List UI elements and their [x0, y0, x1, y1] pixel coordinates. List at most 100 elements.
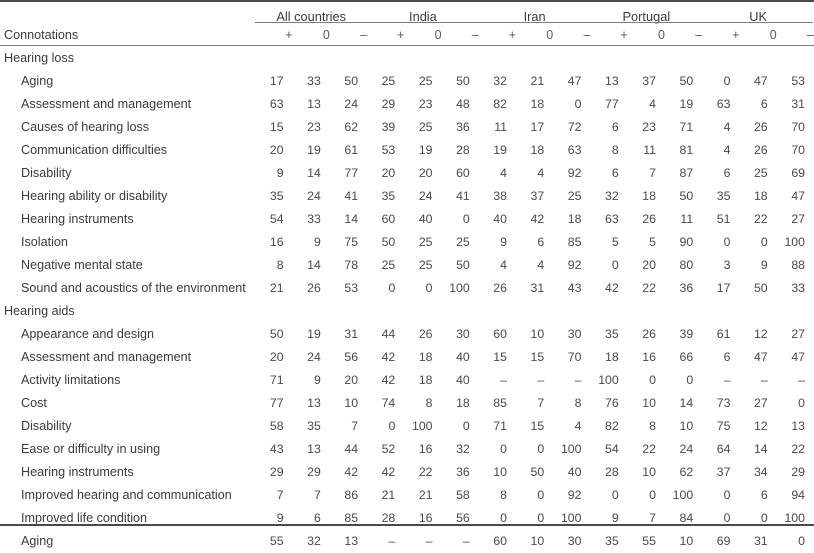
data-cell: – — [537, 373, 545, 387]
data-cell: 7 — [351, 419, 359, 433]
data-cell: 32 — [307, 534, 321, 548]
empty-cell — [442, 300, 479, 323]
data-cell: 41 — [456, 189, 470, 203]
table-bottom-rule — [0, 524, 814, 526]
data-cell: 35 — [269, 189, 284, 203]
data-cell: 74 — [381, 396, 396, 410]
row-label: Causes of hearing loss — [21, 120, 150, 134]
empty-cell — [442, 47, 479, 70]
data-cell: 24 — [307, 189, 321, 203]
country-header-row: All countries India Iran Portugal UK — [0, 0, 814, 24]
data-cell: 10 — [530, 534, 545, 548]
data-cell: 8 — [276, 258, 284, 272]
sign-header-3: + — [396, 28, 405, 42]
data-cell: 24 — [344, 97, 359, 111]
data-cell: 100 — [672, 488, 694, 502]
data-cell: 0 — [537, 442, 545, 456]
data-cell: 16 — [642, 350, 656, 364]
table-row: Sound and acoustics of the environment 21… — [0, 277, 814, 300]
data-cell: 50 — [679, 74, 694, 88]
row-label: Hearing instruments — [21, 212, 134, 226]
data-cell: 22 — [753, 212, 768, 226]
data-cell: 19 — [307, 327, 321, 341]
data-cell: 23 — [642, 120, 656, 134]
sign-header-7: 0 — [546, 28, 554, 42]
sign-header-9: + — [620, 28, 628, 42]
data-cell: 7 — [649, 166, 656, 180]
data-cell: 42 — [344, 465, 359, 479]
sign-header-14: – — [807, 28, 814, 42]
data-cell: 10 — [530, 327, 545, 341]
data-cell: 82 — [605, 419, 619, 433]
data-cell: 21 — [530, 74, 545, 88]
data-cell: 60 — [456, 166, 470, 180]
empty-cell — [404, 300, 441, 323]
row-label: Hearing ability or disability — [21, 189, 168, 203]
data-cell: 70 — [791, 120, 805, 134]
data-cell: 41 — [344, 189, 359, 203]
data-cell: 0 — [723, 511, 731, 525]
data-cell: 100 — [784, 511, 805, 525]
data-cell: 19 — [307, 143, 321, 157]
data-cell: 36 — [456, 465, 470, 479]
data-cell: 14 — [753, 442, 768, 456]
empty-cell — [739, 300, 776, 323]
row-label: Aging — [21, 534, 54, 548]
data-cell: 26 — [307, 281, 321, 295]
data-cell: 31 — [530, 281, 545, 295]
data-cell: 20 — [344, 373, 359, 387]
data-cell: 28 — [381, 511, 396, 525]
data-cell: 36 — [679, 281, 694, 295]
connotations-sign-row: Connotations + 0 – + 0 – + 0 – + 0 – + 0… — [0, 24, 814, 47]
table-row: Activity limitations 71 9 20 42 18 40 – – – 100 0 0 –… — [0, 369, 814, 392]
table-row: Assessment and management 20 24 56 42 18 40 15 1… — [0, 346, 814, 369]
data-cell: 33 — [791, 281, 805, 295]
data-cell: 0 — [537, 511, 545, 525]
data-cell: 0 — [649, 488, 656, 502]
row-label: Assessment and management — [21, 350, 192, 364]
data-cell: 30 — [567, 327, 582, 341]
data-cell: 100 — [449, 281, 470, 295]
data-cell: 0 — [760, 511, 768, 525]
data-cell: 22 — [418, 465, 433, 479]
data-cell: 25 — [753, 166, 768, 180]
data-cell: 18 — [418, 350, 433, 364]
data-cell: 40 — [456, 350, 470, 364]
data-cell: 27 — [791, 327, 805, 341]
data-cell: 8 — [611, 143, 619, 157]
data-cell: 19 — [418, 143, 433, 157]
data-cell: 50 — [530, 465, 545, 479]
data-cell: 25 — [418, 74, 433, 88]
data-cell: 42 — [605, 281, 619, 295]
data-cell: 0 — [798, 396, 805, 410]
data-cell: 4 — [574, 419, 582, 433]
data-cell: 77 — [269, 396, 284, 410]
empty-cell — [628, 300, 665, 323]
row-label: Appearance and design — [21, 327, 155, 341]
empty-cell — [479, 47, 516, 70]
data-cell: 26 — [418, 327, 433, 341]
empty-cell — [702, 47, 739, 70]
empty-cell — [367, 300, 404, 323]
row-label: Improved life condition — [21, 511, 148, 525]
table-row: Ease or difficulty in using 43 13 44 52 16 32 0… — [0, 438, 814, 461]
data-cell: 50 — [344, 74, 359, 88]
data-cell: 87 — [679, 166, 694, 180]
data-cell: 85 — [344, 511, 359, 525]
data-cell: 14 — [307, 258, 321, 272]
data-cell: 6 — [313, 511, 321, 525]
data-cell: 70 — [791, 143, 805, 157]
data-cell: 26 — [493, 281, 507, 295]
table-row: Aging 17 33 50 25 25 50 32 21 47 13 37 50 0 47 53 — [0, 70, 814, 93]
data-cell: 50 — [456, 258, 470, 272]
data-cell: 6 — [611, 120, 619, 134]
data-cell: 17 — [269, 74, 284, 88]
data-cell: 9 — [276, 166, 284, 180]
empty-cell — [553, 47, 590, 70]
data-cell: 14 — [307, 166, 321, 180]
data-cell: 40 — [567, 465, 582, 479]
data-cell: 19 — [679, 97, 694, 111]
row-label: Hearing instruments — [21, 465, 134, 479]
data-cell: 61 — [344, 143, 359, 157]
country-header-portugal: Portugal — [622, 9, 671, 24]
